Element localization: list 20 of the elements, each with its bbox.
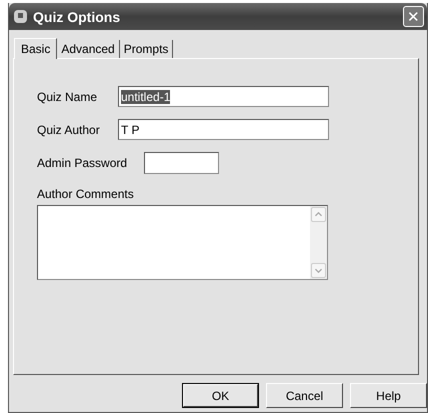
field-label: Quiz Author — [37, 122, 101, 136]
dialog-button[interactable]: Cancel — [266, 383, 343, 408]
field-label: Quiz Name — [37, 90, 98, 104]
dialog-button[interactable]: Help — [350, 383, 427, 408]
tab[interactable]: Prompts — [120, 40, 174, 58]
password-field[interactable] — [144, 152, 219, 174]
scroll-down-icon[interactable] — [311, 263, 326, 278]
app-icon — [13, 9, 28, 24]
close-button[interactable]: ✕ — [403, 6, 424, 27]
text-field[interactable]: untitled-1 — [118, 86, 329, 107]
comments-field[interactable] — [37, 205, 328, 280]
field-label: Author Comments — [37, 187, 135, 201]
scroll-up-icon[interactable] — [311, 207, 326, 222]
tab[interactable]: Advanced — [57, 40, 120, 58]
tab[interactable]: Basic — [14, 38, 58, 59]
text-field[interactable]: T P — [118, 119, 329, 140]
scrollbar[interactable] — [310, 206, 327, 279]
dialog-button[interactable]: OK — [182, 383, 259, 408]
window-title: Quiz Options — [33, 8, 122, 24]
field-label: Admin Password — [37, 156, 128, 170]
